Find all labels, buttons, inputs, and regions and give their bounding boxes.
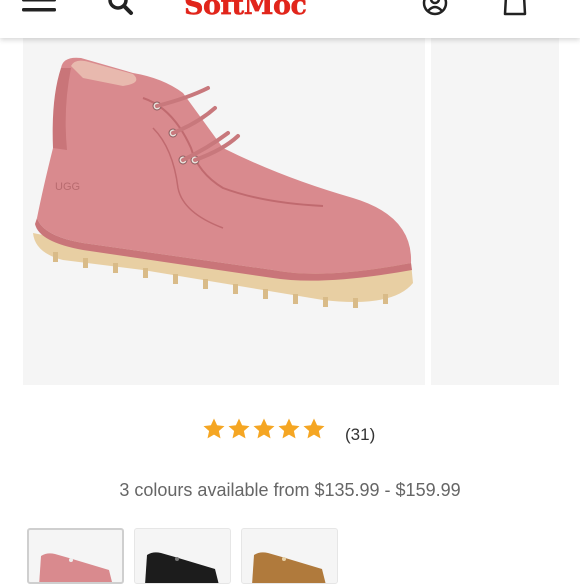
softmoc-logo[interactable]: SoftMoc [184,0,307,21]
colour-swatches [27,528,357,588]
account-icon[interactable] [422,0,448,18]
star-icon [203,418,225,439]
main-product-image[interactable]: UGG [23,38,425,385]
product-rating[interactable]: (31) [0,417,580,447]
star-icon [253,418,275,439]
search-icon[interactable] [108,0,134,18]
star-icon [303,418,325,439]
swatch-black[interactable] [134,528,231,584]
header-bar: SoftMoc [0,0,580,38]
swatch-chestnut[interactable] [241,528,338,584]
ugg-logo: UGG [55,181,80,193]
star-icon [228,418,250,439]
colour-availability-text: 3 colours available from $135.99 - $159.… [119,480,461,500]
hamburger-menu-icon[interactable] [22,0,58,16]
star-rating [202,417,326,445]
next-product-image[interactable] [431,38,559,385]
star-icon [278,418,300,439]
swatch-pink[interactable] [27,528,124,584]
shopping-bag-icon[interactable] [501,0,529,18]
review-count[interactable]: (31) [345,425,375,445]
